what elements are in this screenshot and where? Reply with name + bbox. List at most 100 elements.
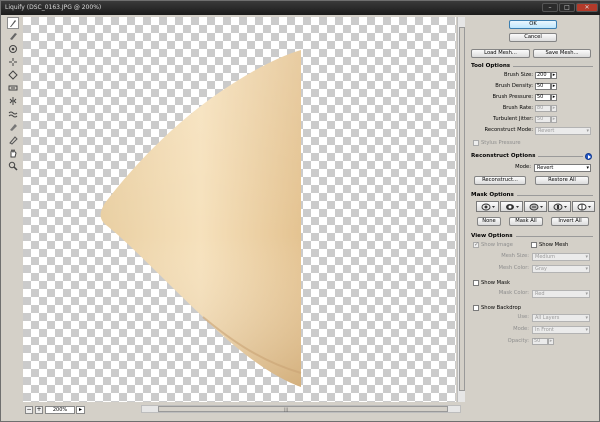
reconstruct-mode-dropdown[interactable]: Revert ▾ [535, 127, 591, 135]
backdrop-opacity-input[interactable]: 50 [532, 338, 548, 345]
mesh-color-value: Gray [535, 266, 547, 272]
brush-pressure-slider-arrow[interactable]: ▸ [551, 94, 557, 101]
show-image-checkbox[interactable] [473, 241, 479, 248]
turbulent-jitter-slider-arrow[interactable]: ▸ [551, 116, 557, 123]
horizontal-scroll-thumb[interactable] [158, 406, 448, 412]
backdrop-mode-value: In Front [535, 327, 554, 333]
mesh-color-dropdown[interactable]: Gray ▾ [532, 265, 590, 273]
reconstruct-mode-select[interactable]: Revert ▾ [534, 164, 591, 172]
chevron-down-icon: ▾ [585, 327, 588, 333]
reconstruct-tool[interactable] [7, 30, 19, 42]
horizontal-scrollbar[interactable]: ||| [141, 405, 461, 413]
zoom-level-field[interactable]: 200% [45, 405, 75, 414]
push-icon [8, 85, 18, 91]
mask-all-button[interactable]: Mask All [509, 217, 543, 226]
zoom-dropdown-arrow[interactable]: ▸ [76, 405, 85, 414]
scroll-grip-icon: ||| [284, 407, 289, 412]
view-options-heading: View Options [471, 232, 593, 240]
mask-color-value: Red [535, 291, 545, 297]
brush-size-input[interactable]: 200 [535, 72, 551, 79]
maximize-button[interactable]: □ [559, 3, 575, 12]
show-mask-label: Show Mask [481, 280, 511, 286]
thaw-mask-icon [9, 136, 18, 145]
reconstruct-mode-label-2: Mode: [515, 164, 531, 170]
toolbox [7, 17, 20, 173]
mesh-size-value: Medium [535, 254, 555, 260]
backdrop-opacity-slider-arrow[interactable]: ▸ [548, 338, 554, 345]
mesh-size-dropdown[interactable]: Medium ▾ [532, 253, 590, 261]
chevron-down-icon: ▾ [585, 254, 588, 260]
options-panel: OK Cancel Load Mesh... Save Mesh... Tool… [469, 16, 597, 416]
mirror-tool[interactable] [7, 95, 19, 107]
push-left-tool[interactable] [7, 82, 19, 94]
freeze-mask-tool[interactable] [7, 121, 19, 133]
intersect-selection-button[interactable] [548, 201, 571, 212]
zoom-tool[interactable] [7, 160, 19, 172]
show-mesh-checkbox[interactable] [531, 242, 537, 248]
bloat-tool[interactable] [7, 69, 19, 81]
save-mesh-button[interactable]: Save Mesh... [533, 49, 591, 58]
ok-button[interactable]: OK [509, 20, 557, 29]
zoom-out-button[interactable]: − [25, 405, 33, 414]
vertical-scrollbar[interactable] [457, 17, 465, 402]
backdrop-mode-label: Mode: [513, 326, 529, 332]
backdrop-use-dropdown[interactable]: All Layers ▾ [532, 314, 590, 322]
forward-warp-tool[interactable] [7, 17, 19, 29]
reconstruct-mode-value: Revert [538, 128, 555, 134]
mask-none-button[interactable]: None [477, 217, 501, 226]
brush-rate-input[interactable]: 80 [535, 105, 551, 112]
cancel-button[interactable]: Cancel [509, 33, 557, 42]
restore-all-button[interactable]: Restore All [535, 176, 589, 185]
show-image-label: Show Image [481, 242, 513, 248]
chevron-down-icon: ▾ [585, 315, 588, 321]
hand-tool[interactable] [7, 147, 19, 159]
brush-rate-slider-arrow[interactable]: ▸ [551, 105, 557, 112]
minimize-button[interactable]: – [542, 3, 558, 12]
stylus-pressure-checkbox[interactable] [473, 140, 479, 146]
turbulent-jitter-input[interactable]: 50 [535, 116, 551, 123]
vertical-scroll-thumb[interactable] [459, 27, 465, 391]
mask-options-section: Mask Options [471, 191, 593, 199]
view-options-section: View Options [471, 232, 593, 240]
mask-intersect-icon [553, 203, 567, 210]
turbulence-tool[interactable] [7, 108, 19, 120]
tool-options-section: Tool Options [471, 62, 593, 70]
invert-selection-button[interactable] [572, 201, 595, 212]
backdrop-mode-dropdown[interactable]: In Front ▾ [532, 326, 590, 334]
show-backdrop-label: Show Backdrop [481, 305, 522, 311]
chevron-down-icon: ▾ [585, 266, 588, 272]
freeze-mask-icon [10, 124, 17, 131]
brush-density-input[interactable]: 50 [535, 83, 551, 90]
mask-options-heading: Mask Options [471, 191, 593, 199]
load-mesh-button[interactable]: Load Mesh... [471, 49, 530, 58]
chevron-down-icon: ▾ [585, 291, 588, 297]
brush-pressure-input[interactable]: 50 [535, 94, 551, 101]
image-preview-canvas[interactable] [23, 17, 456, 402]
invert-all-button[interactable]: Invert All [551, 217, 589, 226]
replace-selection-button[interactable] [476, 201, 499, 212]
pucker-icon [9, 58, 17, 66]
brush-density-slider-arrow[interactable]: ▸ [551, 83, 557, 90]
thaw-mask-tool[interactable] [7, 134, 19, 146]
reconstruct-button[interactable]: Reconstruct... [474, 176, 526, 185]
expand-arrow-icon[interactable] [585, 153, 592, 160]
chevron-down-icon: ▾ [586, 165, 589, 171]
zoom-in-button[interactable]: + [35, 405, 43, 414]
backdrop-use-value: All Layers [535, 315, 560, 321]
status-bar: − + 200% ▸ ||| [23, 404, 464, 415]
mask-color-dropdown[interactable]: Red ▾ [532, 290, 590, 298]
brush-icon [10, 33, 17, 40]
liquify-window: Liquify (DSC_0163.JPG @ 200%) – □ ✕ − + … [0, 0, 600, 422]
mask-replace-icon [481, 203, 495, 210]
show-backdrop-checkbox[interactable] [473, 305, 479, 311]
show-mask-checkbox[interactable] [473, 280, 479, 286]
close-button[interactable]: ✕ [576, 3, 598, 12]
hand-icon [10, 148, 17, 158]
twirl-clockwise-tool[interactable] [7, 43, 19, 55]
stylus-pressure-label: Stylus Pressure [481, 140, 521, 146]
pucker-tool[interactable] [7, 56, 19, 68]
bloat-icon [8, 70, 18, 80]
brush-size-slider-arrow[interactable]: ▸ [551, 72, 557, 79]
subtract-from-selection-button[interactable] [524, 201, 547, 212]
add-to-selection-button[interactable] [500, 201, 523, 212]
